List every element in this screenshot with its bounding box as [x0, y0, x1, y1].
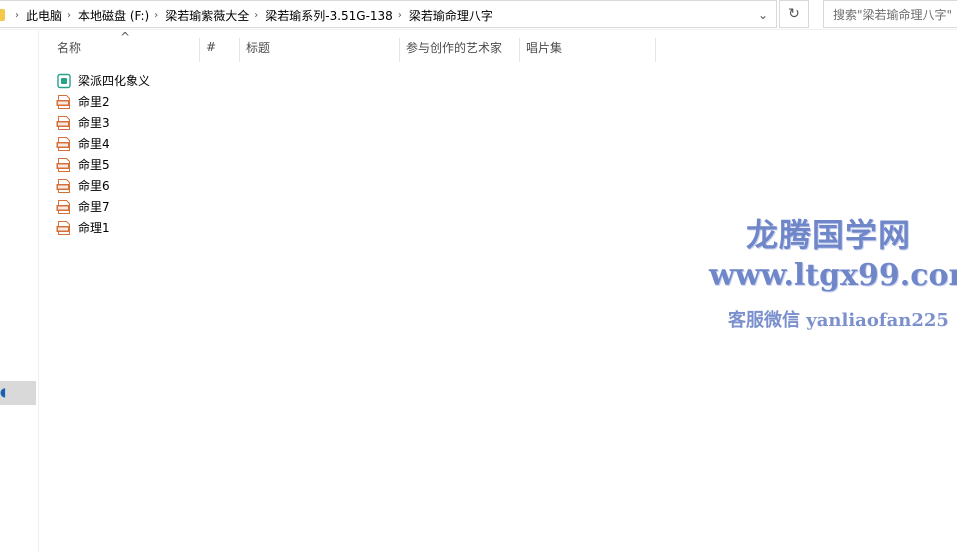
search-input[interactable]: 搜索"梁若瑜命理八字"	[823, 0, 957, 28]
file-row[interactable]: 命里7	[56, 196, 150, 217]
column-header-number-label: #	[206, 40, 217, 54]
m4a-file-icon	[56, 178, 70, 193]
file-name: 命里2	[78, 95, 110, 109]
column-header-name[interactable]: 名称	[57, 30, 199, 64]
file-row[interactable]: 命里3	[56, 112, 150, 133]
file-name: 命里7	[78, 200, 110, 214]
file-name: 命里5	[78, 158, 110, 172]
file-list: 梁派四化象义 命里2 命里3 命里4 命里5 命里6 命里7 命理1	[56, 70, 150, 238]
m4a-file-icon	[56, 157, 70, 172]
file-row[interactable]: 命里6	[56, 175, 150, 196]
watermark-site-name: 龙腾国学网	[746, 216, 912, 254]
column-header-number[interactable]: #	[206, 30, 240, 64]
file-name: 梁派四化象义	[78, 74, 151, 88]
column-divider[interactable]	[519, 38, 520, 62]
file-row[interactable]: 命里4	[56, 133, 150, 154]
chevron-right-icon[interactable]: ›	[154, 10, 158, 21]
folder-icon	[0, 9, 5, 21]
file-name: 命里6	[78, 179, 110, 193]
chevron-right-icon[interactable]: ›	[254, 10, 258, 21]
chevron-right-icon[interactable]: ›	[15, 10, 19, 21]
file-row[interactable]: 梁派四化象义	[56, 70, 150, 91]
file-row[interactable]: 命里5	[56, 154, 150, 175]
address-toolbar: › 此电脑 › 本地磁盘 (F:) › 梁若瑜紫薇大全 › 梁若瑜系列-3.51…	[0, 0, 957, 30]
nav-item-icon: ◖	[0, 385, 7, 399]
file-row[interactable]: 命理1	[56, 217, 150, 238]
column-divider[interactable]	[399, 38, 400, 62]
chevron-down-icon[interactable]: ⌄	[751, 1, 775, 29]
chevron-right-icon[interactable]: ›	[398, 10, 402, 21]
column-header-album[interactable]: 唱片集	[526, 30, 655, 64]
column-divider[interactable]	[655, 38, 656, 62]
column-header-name-label: 名称	[57, 40, 82, 55]
refresh-button[interactable]: ↻	[779, 0, 809, 28]
column-header-title[interactable]: 标题	[246, 30, 399, 64]
breadcrumb-folder-1[interactable]: 梁若瑜紫薇大全	[165, 7, 249, 24]
file-name: 命理1	[78, 221, 110, 235]
m4a-file-icon	[56, 94, 70, 109]
column-divider[interactable]	[199, 38, 200, 62]
column-header-album-label: 唱片集	[526, 40, 563, 55]
column-header-artists-label: 参与创作的艺术家	[406, 40, 503, 55]
watermark-url: www.ltgx99.com	[709, 258, 957, 293]
breadcrumb-local-disk[interactable]: 本地磁盘 (F:)	[78, 7, 149, 24]
breadcrumb-current-folder[interactable]: 梁若瑜命理八字	[409, 7, 493, 24]
m4a-file-icon	[56, 136, 70, 151]
nav-item-selected[interactable]: ◖	[0, 381, 36, 405]
file-name: 命里4	[78, 137, 110, 151]
chevron-right-icon[interactable]: ›	[67, 10, 71, 21]
breadcrumb-this-pc[interactable]: 此电脑	[26, 7, 62, 24]
file-explorer-window: › 此电脑 › 本地磁盘 (F:) › 梁若瑜紫薇大全 › 梁若瑜系列-3.51…	[0, 0, 957, 552]
column-divider[interactable]	[239, 38, 240, 62]
text-file-icon	[57, 73, 71, 88]
column-header-artists[interactable]: 参与创作的艺术家	[406, 30, 519, 64]
breadcrumb: › 此电脑 › 本地磁盘 (F:) › 梁若瑜紫薇大全 › 梁若瑜系列-3.51…	[10, 1, 493, 29]
file-name: 命里3	[78, 116, 110, 130]
navigation-pane[interactable]: ◖	[0, 30, 39, 552]
address-bar[interactable]: › 此电脑 › 本地磁盘 (F:) › 梁若瑜紫薇大全 › 梁若瑜系列-3.51…	[0, 0, 777, 28]
m4a-file-icon	[56, 199, 70, 214]
m4a-file-icon	[56, 115, 70, 130]
watermark-contact: 客服微信 yanliaofan225	[728, 310, 949, 331]
column-header-title-label: 标题	[246, 40, 271, 55]
file-row[interactable]: 命里2	[56, 91, 150, 112]
breadcrumb-folder-2[interactable]: 梁若瑜系列-3.51G-138	[265, 7, 393, 24]
m4a-file-icon	[56, 220, 70, 235]
